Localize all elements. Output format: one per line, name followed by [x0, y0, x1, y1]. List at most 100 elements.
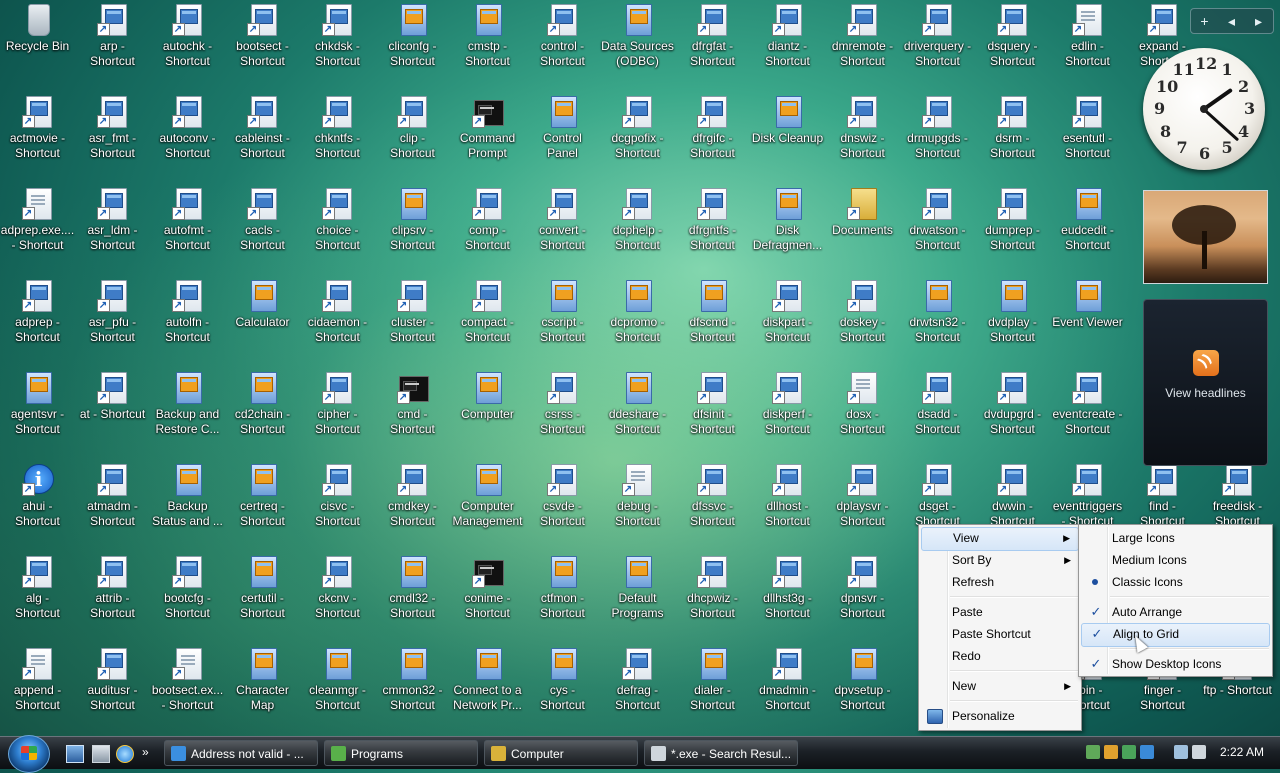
desktop-icon[interactable]: ↗ cd2chain - Shortcut [225, 368, 300, 458]
desktop-icon[interactable]: ↗ choice - Shortcut [300, 184, 375, 274]
desktop-icon[interactable]: ↗ alg - Shortcut [0, 552, 75, 642]
desktop-icon[interactable]: ↗ edlin - Shortcut [1050, 0, 1125, 90]
desktop-icon[interactable]: ↗ debug - Shortcut [600, 460, 675, 550]
desktop-icon[interactable]: ↗ dcpromo - Shortcut [600, 276, 675, 366]
previous-page-button[interactable]: ◂ [1218, 13, 1245, 30]
desktop-icon[interactable]: ↗ cscript - Shortcut [525, 276, 600, 366]
taskbar-button[interactable]: Computer [484, 740, 638, 766]
view-menu-item-align-to-grid[interactable]: Align to Grid ✓ [1081, 623, 1270, 647]
desktop-icon[interactable]: ↗ Backup Status and ... [150, 460, 225, 550]
desktop-icon[interactable]: ↗ dfrgifc - Shortcut [675, 92, 750, 182]
desktop-icon[interactable]: ↗ dfrgntfs - Shortcut [675, 184, 750, 274]
desktop-icon[interactable]: ↗ autochk - Shortcut [150, 0, 225, 90]
desktop-icon[interactable]: ↗ comp - Shortcut [450, 184, 525, 274]
tray-windows-update-icon[interactable] [1140, 745, 1154, 759]
tray-connection-icon[interactable] [1174, 745, 1188, 759]
taskbar-button[interactable]: Programs [324, 740, 478, 766]
desktop-icon[interactable]: ↗ dialer - Shortcut [675, 644, 750, 734]
desktop-icon[interactable]: ↗ cableinst - Shortcut [225, 92, 300, 182]
switch-windows-icon[interactable] [92, 745, 110, 763]
view-headlines-label[interactable]: View headlines [1144, 386, 1267, 400]
desktop-icon[interactable]: ↗ driverquery - Shortcut [900, 0, 975, 90]
desktop-icon[interactable]: ↗ dllhost - Shortcut [750, 460, 825, 550]
desktop-icon[interactable]: ↗ Data Sources (ODBC) [600, 0, 675, 90]
desktop-icon[interactable]: ↗ dplaysvr - Shortcut [825, 460, 900, 550]
desktop-icon[interactable]: ↗ agentsvr - Shortcut [0, 368, 75, 458]
view-menu-item-show-desktop-icons[interactable]: Show Desktop Icons ✓ [1081, 653, 1270, 675]
desktop-icon[interactable]: ↗ dllhst3g - Shortcut [750, 552, 825, 642]
desktop-icon[interactable]: ↗ Disk Cleanup [750, 92, 825, 182]
desktop-icon[interactable]: ↗ cisvc - Shortcut [300, 460, 375, 550]
desktop-icon[interactable]: ↗ dpnsvr - Shortcut [825, 552, 900, 642]
desktop-icon[interactable]: ↗ dosx - Shortcut [825, 368, 900, 458]
desktop-icon[interactable]: ↗ conime - Shortcut [450, 552, 525, 642]
desktop-icon[interactable]: ↗ dvdupgrd - Shortcut [975, 368, 1050, 458]
desktop-icon[interactable]: ↗ dfsinit - Shortcut [675, 368, 750, 458]
desktop-icon[interactable]: ↗ ckcnv - Shortcut [300, 552, 375, 642]
desktop-icon[interactable]: ↗ at - Shortcut [75, 368, 150, 458]
desktop-icon[interactable]: ↗ autofmt - Shortcut [150, 184, 225, 274]
start-button[interactable] [8, 735, 50, 773]
next-page-button[interactable]: ▸ [1245, 13, 1272, 30]
desktop-icon[interactable]: ↗ diantz - Shortcut [750, 0, 825, 90]
menu-item-sort-by[interactable]: Sort By ▶ [921, 549, 1079, 571]
desktop-icon[interactable]: ↗ esentutl - Shortcut [1050, 92, 1125, 182]
menu-item-paste-shortcut[interactable]: Paste Shortcut [921, 623, 1079, 645]
desktop-icon[interactable]: ↗ cipher - Shortcut [300, 368, 375, 458]
view-menu-item-auto-arrange[interactable]: Auto Arrange ✓ [1081, 601, 1270, 623]
menu-item-paste[interactable]: Paste [921, 601, 1079, 623]
desktop-icon[interactable]: ↗ cmd - Shortcut [375, 368, 450, 458]
desktop-icon[interactable]: ↗ Computer Management [450, 460, 525, 550]
desktop-icon[interactable]: ↗ asr_pfu - Shortcut [75, 276, 150, 366]
desktop-icon[interactable]: ↗ dhcpwiz - Shortcut [675, 552, 750, 642]
desktop-icon[interactable]: ↗ cluster - Shortcut [375, 276, 450, 366]
menu-item-refresh[interactable]: Refresh [921, 571, 1079, 593]
desktop-icon[interactable]: ↗ dsrm - Shortcut [975, 92, 1050, 182]
desktop-icon[interactable]: ↗ doskey - Shortcut [825, 276, 900, 366]
desktop-icon[interactable]: ↗ bootcfg - Shortcut [150, 552, 225, 642]
menu-item-view[interactable]: View ▶ [921, 527, 1079, 551]
desktop-icon[interactable]: ↗ cidaemon - Shortcut [300, 276, 375, 366]
desktop-icon[interactable]: ↗ dmadmin - Shortcut [750, 644, 825, 734]
desktop-icon[interactable]: ↗ chkntfs - Shortcut [300, 92, 375, 182]
desktop-icon[interactable]: ↗ dsquery - Shortcut [975, 0, 1050, 90]
desktop-icon[interactable]: ↗ arp - Shortcut [75, 0, 150, 90]
menu-item-redo[interactable]: Redo [921, 645, 1079, 667]
desktop-icon[interactable]: ↗ atmadm - Shortcut [75, 460, 150, 550]
desktop-icon[interactable]: ↗ cacls - Shortcut [225, 184, 300, 274]
slideshow-gadget[interactable] [1143, 190, 1268, 284]
view-menu-item-medium-icons[interactable]: Medium Icons [1081, 549, 1270, 571]
desktop-icon[interactable]: ↗ drmupgds - Shortcut [900, 92, 975, 182]
quick-launch-overflow-icon[interactable]: » [142, 745, 149, 761]
tray-safely-remove-icon[interactable] [1122, 745, 1136, 759]
tray-volume-icon[interactable] [1192, 745, 1206, 759]
desktop-icon[interactable]: ↗ Recycle Bin [0, 0, 75, 90]
desktop-icon[interactable]: ↗ adprep - Shortcut [0, 276, 75, 366]
desktop-icon[interactable]: ↗ diskperf - Shortcut [750, 368, 825, 458]
desktop-icon[interactable]: ↗ cys - Shortcut [525, 644, 600, 734]
desktop-icon[interactable]: ↗ ddeshare - Shortcut [600, 368, 675, 458]
menu-item-personalize[interactable]: Personalize [921, 705, 1079, 727]
desktop-icon[interactable]: ↗ attrib - Shortcut [75, 552, 150, 642]
desktop-icon[interactable]: ↗ Calculator [225, 276, 300, 366]
desktop-icon[interactable]: ↗ dfssvc - Shortcut [675, 460, 750, 550]
show-desktop-icon[interactable] [66, 745, 84, 763]
desktop-icon[interactable]: ↗ actmovie - Shortcut [0, 92, 75, 182]
desktop-icon[interactable]: ↗ clipsrv - Shortcut [375, 184, 450, 274]
desktop-icon[interactable]: ↗ Disk Defragmen... [750, 184, 825, 274]
desktop-icon[interactable]: ↗ dumprep - Shortcut [975, 184, 1050, 274]
desktop-icon[interactable]: ↗ cmmon32 - Shortcut [375, 644, 450, 734]
desktop-icon[interactable]: ↗ Character Map [225, 644, 300, 734]
desktop-icon[interactable]: ↗ drwatson - Shortcut [900, 184, 975, 274]
internet-explorer-icon[interactable] [116, 745, 134, 763]
desktop-icon[interactable]: ↗ Default Programs [600, 552, 675, 642]
desktop-icon[interactable]: ↗ auditusr - Shortcut [75, 644, 150, 734]
desktop-icon[interactable]: ↗ dfscmd - Shortcut [675, 276, 750, 366]
desktop-icon[interactable]: ↗ drwtsn32 - Shortcut [900, 276, 975, 366]
desktop-icon[interactable]: ↗ bootsect.ex... - Shortcut [150, 644, 225, 734]
desktop-icon[interactable]: ↗ ctfmon - Shortcut [525, 552, 600, 642]
clock-gadget[interactable]: 12 1 2 3 4 5 6 7 8 9 10 11 [1143, 48, 1265, 170]
desktop-icon[interactable]: ↗ diskpart - Shortcut [750, 276, 825, 366]
view-menu-item-large-icons[interactable]: Large Icons [1081, 527, 1270, 549]
desktop-icon[interactable]: ↗ append - Shortcut [0, 644, 75, 734]
